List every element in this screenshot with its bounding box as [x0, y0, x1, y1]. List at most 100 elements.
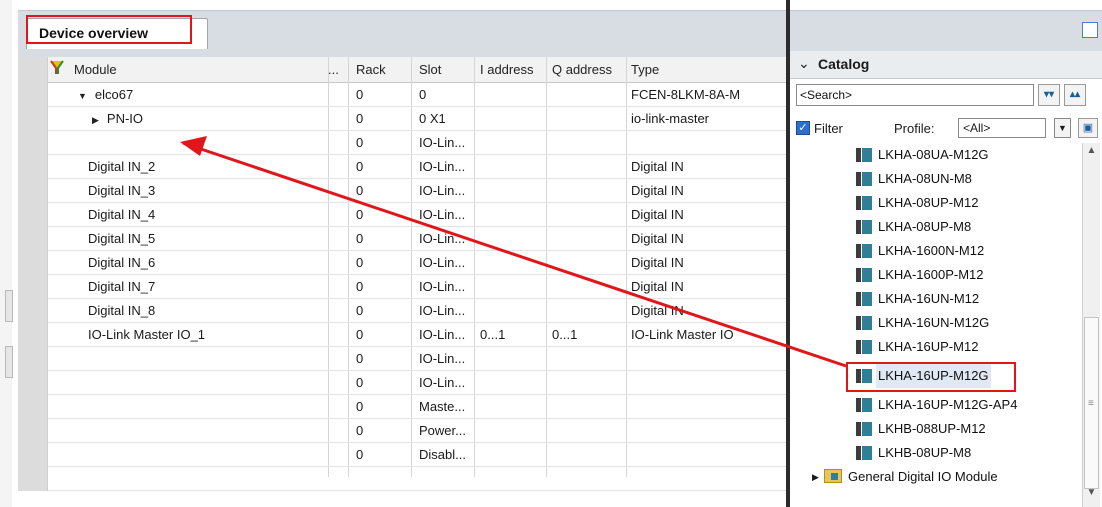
type-cell	[626, 395, 786, 419]
catalog-item[interactable]: LKHA-16UP-M12	[790, 335, 1082, 359]
row-gutter	[18, 275, 48, 299]
search-up-icon[interactable]: ▴▴	[1064, 84, 1086, 106]
q-address-cell	[546, 179, 626, 203]
type-cell: Digital IN	[631, 207, 684, 222]
expand-right-icon[interactable]: ▶	[812, 465, 819, 489]
i-address-cell	[474, 131, 546, 155]
catalog-header[interactable]: ⌄ Catalog	[790, 51, 1102, 79]
slot-cell: Disabl...	[419, 447, 466, 462]
slot-cell: IO-Lin...	[419, 327, 466, 342]
rack-cell: 0	[356, 87, 364, 102]
type-cell	[626, 419, 786, 443]
column-header-module[interactable]: Module	[68, 57, 328, 83]
table-row[interactable]: 0 Power...	[18, 419, 786, 443]
module-cell	[68, 395, 328, 419]
catalog-item[interactable]: LKHA-08UN-M8	[790, 167, 1082, 191]
type-cell: Digital IN	[631, 183, 684, 198]
catalog-item[interactable]: LKHB-088UP-M12	[790, 417, 1082, 441]
table-row[interactable]: Digital IN_6 0 IO-Lin... Digital IN	[18, 251, 786, 275]
catalog-item[interactable]: LKHA-16UP-M12G-AP4	[790, 393, 1082, 417]
left-edge-strip	[0, 0, 13, 507]
catalog-item-label: LKHA-16UN-M12	[878, 291, 980, 306]
table-row[interactable]: 0 IO-Lin...	[18, 347, 786, 371]
row-gutter	[18, 443, 48, 467]
slot-cell: 0 X1	[419, 111, 446, 126]
module-icon	[856, 268, 872, 282]
catalog-item-label: LKHA-16UP-M12	[878, 339, 979, 354]
collapse-handle-top[interactable]	[5, 290, 13, 322]
table-row[interactable]: IO-Link Master IO_1 0 IO-Lin... 0...1 0.…	[18, 323, 786, 347]
rack-cell: 0	[356, 255, 364, 270]
module-cell: Digital IN_2	[88, 159, 156, 174]
type-cell	[626, 131, 786, 155]
catalog-item[interactable]: LKHA-1600N-M12	[790, 239, 1082, 263]
scroll-down-icon[interactable]: ▼	[1084, 487, 1099, 503]
column-header-dots[interactable]: ...	[328, 57, 348, 83]
table-row[interactable]: Digital IN_2 0 IO-Lin... Digital IN	[18, 155, 786, 179]
collapse-chevron-icon[interactable]: ⌄	[798, 55, 810, 72]
scrollbar-thumb[interactable]: ≡	[1084, 317, 1099, 489]
table-row[interactable]: Digital IN_7 0 IO-Lin... Digital IN	[18, 275, 786, 299]
chevron-down-icon[interactable]: ▼	[1054, 118, 1071, 138]
catalog-scrollbar[interactable]: ▲ ≡ ▼	[1082, 143, 1100, 507]
catalog-item[interactable]: LKHB-08UP-M8	[790, 441, 1082, 465]
row-gutter	[18, 179, 48, 203]
table-row[interactable]: Digital IN_3 0 IO-Lin... Digital IN	[18, 179, 786, 203]
column-header-i-address[interactable]: I address	[474, 57, 546, 83]
rack-cell: 0	[356, 231, 364, 246]
table-row[interactable]: ▶ PN-IO 0 0 X1 io-link-master	[18, 107, 786, 131]
catalog-item-label: LKHA-16UN-M12G	[878, 315, 990, 330]
table-row[interactable]	[18, 467, 786, 491]
catalog-item[interactable]: LKHA-1600P-M12	[790, 263, 1082, 287]
catalog-item[interactable]: LKHA-16UN-M12	[790, 287, 1082, 311]
collapse-handle-bottom[interactable]	[5, 346, 13, 378]
module-tools-icon[interactable]	[48, 57, 68, 83]
column-header-q-address[interactable]: Q address	[546, 57, 626, 83]
q-address-cell	[546, 275, 626, 299]
module-cell	[68, 443, 328, 467]
module-cell: Digital IN_7	[88, 279, 156, 294]
slot-cell: IO-Lin...	[419, 183, 466, 198]
table-row[interactable]: Digital IN_8 0 IO-Lin... Digital IN	[18, 299, 786, 323]
filter-checkbox[interactable]: ✓	[796, 121, 810, 135]
profile-label: Profile:	[894, 121, 935, 136]
slot-cell: IO-Lin...	[419, 207, 466, 222]
table-row[interactable]: Digital IN_4 0 IO-Lin... Digital IN	[18, 203, 786, 227]
expand-down-icon[interactable]: ▼	[78, 84, 87, 107]
table-row[interactable]: 0 Maste...	[18, 395, 786, 419]
slot-cell: IO-Lin...	[419, 375, 466, 390]
table-row[interactable]: 0 IO-Lin...	[18, 131, 786, 155]
catalog-item[interactable]: LKHA-08UA-M12G	[790, 143, 1082, 167]
column-header-slot[interactable]: Slot	[411, 57, 474, 83]
i-address-cell	[474, 347, 546, 371]
i-address-cell	[474, 155, 546, 179]
row-gutter	[18, 347, 48, 371]
profile-settings-icon[interactable]: ▣	[1078, 118, 1098, 138]
scroll-up-icon[interactable]: ▲	[1084, 145, 1099, 161]
i-address-cell	[474, 179, 546, 203]
profile-select[interactable]: <All>	[958, 118, 1046, 138]
table-row[interactable]: 0 Disabl...	[18, 443, 786, 467]
search-down-icon[interactable]: ▾▾	[1038, 84, 1060, 106]
rack-cell: 0	[356, 183, 364, 198]
table-row[interactable]: Digital IN_5 0 IO-Lin... Digital IN	[18, 227, 786, 251]
catalog-search-input[interactable]: <Search>	[796, 84, 1034, 106]
catalog-item-label: LKHA-1600N-M12	[878, 243, 985, 258]
rack-cell: 0	[356, 279, 364, 294]
q-address-cell	[546, 155, 626, 179]
type-cell: Digital IN	[631, 255, 684, 270]
table-row[interactable]: 0 IO-Lin...	[18, 371, 786, 395]
slot-cell: IO-Lin...	[419, 135, 466, 150]
panel-layout-icon[interactable]	[1082, 22, 1098, 38]
catalog-item-label: LKHB-08UP-M8	[878, 445, 972, 460]
catalog-folder[interactable]: ▶ General Digital IO Module	[790, 465, 1082, 489]
catalog-item-label: LKHA-08UA-M12G	[878, 147, 989, 162]
table-row[interactable]: ▼ elco67 0 0 FCEN-8LKM-8A-M	[18, 83, 786, 107]
column-header-type[interactable]: Type	[626, 57, 786, 83]
catalog-item[interactable]: LKHA-16UN-M12G	[790, 311, 1082, 335]
column-header-rack[interactable]: Rack	[348, 57, 411, 83]
row-gutter	[18, 227, 48, 251]
catalog-item[interactable]: LKHA-08UP-M8	[790, 215, 1082, 239]
expand-right-icon[interactable]: ▶	[92, 108, 99, 131]
catalog-item[interactable]: LKHA-08UP-M12	[790, 191, 1082, 215]
